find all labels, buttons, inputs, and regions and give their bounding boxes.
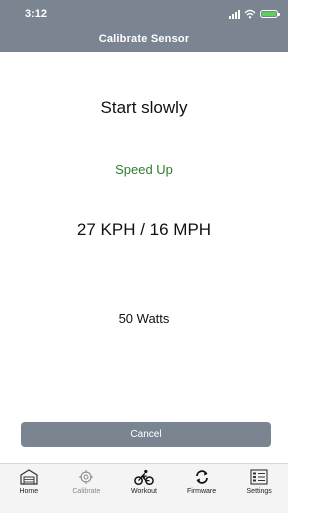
wifi-icon [244,9,256,19]
power-readout: 50 Watts [118,311,170,326]
status-icons [229,8,280,20]
tab-calibrate-label: Calibrate [72,488,101,495]
sync-arrows-icon [192,468,212,486]
tab-home[interactable]: Home [0,464,58,513]
tab-calibrate[interactable]: Calibrate [58,464,116,513]
page-title: Calibrate Sensor [98,33,190,45]
tab-bar: Home Calibrate Workout Firmware Settings [0,463,288,513]
crosshair-icon [76,468,96,486]
top-bar: 3:12 Calibrate Sensor [0,0,288,52]
instruction-text: Start slowly [100,98,188,117]
phase-status-text: Speed Up [115,162,173,177]
tab-settings-label: Settings [246,488,272,495]
tab-workout[interactable]: Workout [115,464,173,513]
bike-rider-icon [134,468,154,486]
battery-icon [260,10,280,18]
tab-firmware[interactable]: Firmware [173,464,231,513]
tab-settings[interactable]: Settings [230,464,288,513]
speed-readout: 27 KPH / 16 MPH [76,220,212,239]
status-time: 3:12 [25,8,48,20]
cancel-button[interactable]: Cancel [21,422,271,447]
tab-home-label: Home [19,488,39,495]
tab-workout-label: Workout [131,488,157,495]
cellular-signal-icon [229,9,240,19]
tab-firmware-label: Firmware [186,488,217,495]
garage-icon [19,468,39,486]
settings-list-icon [249,468,269,486]
